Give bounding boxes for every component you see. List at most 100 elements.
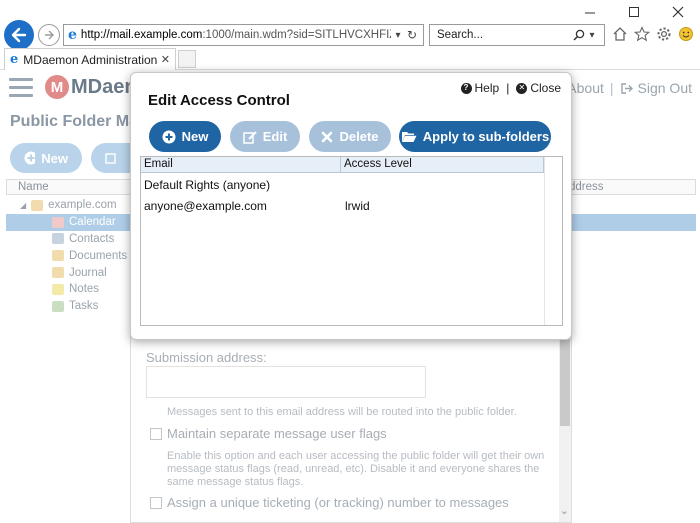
hamburger-menu-icon[interactable]: [9, 78, 33, 98]
settings-scroll-thumb[interactable]: [560, 336, 570, 426]
edit-icon: [105, 153, 116, 164]
folder-settings-panel: Submission address: Messages sent to thi…: [130, 335, 572, 523]
new-tab-button[interactable]: [178, 50, 196, 68]
search-box[interactable]: ▾: [429, 24, 605, 46]
search-input[interactable]: [435, 28, 573, 42]
access-level-cell: lrwid: [345, 199, 370, 213]
tree-item-label: Documents: [69, 249, 128, 262]
header-separator: |: [609, 80, 614, 96]
sign-out-icon: [620, 82, 633, 94]
close-icon[interactable]: [656, 0, 700, 24]
sign-out-label: Sign Out: [637, 80, 692, 96]
documents-folder-icon: [52, 250, 64, 262]
sign-out-link[interactable]: Sign Out: [620, 80, 692, 96]
edit-button-label: Edit: [262, 129, 288, 144]
home-icon[interactable]: [612, 25, 628, 43]
edit-button[interactable]: Edit: [230, 121, 300, 152]
address-url[interactable]: http://mail.example.com:1000/main.wdm?si…: [81, 29, 391, 41]
folder-icon: [31, 199, 44, 211]
favorites-star-icon[interactable]: [634, 25, 650, 43]
table-row[interactable]: anyone@example.com lrwid: [141, 196, 544, 216]
tree-item-label: Contacts: [69, 232, 115, 245]
access-control-table: Email Access Level Default Rights (anyon…: [140, 156, 563, 326]
email-cell: Default Rights (anyone): [144, 178, 271, 192]
table-row[interactable]: Default Rights (anyone): [141, 175, 544, 195]
maximize-icon[interactable]: [612, 0, 656, 24]
ticketing-checkbox[interactable]: [150, 497, 162, 509]
tree-item-label: Notes: [69, 283, 100, 296]
tree-item-label: Tasks: [69, 300, 99, 313]
user-flags-help-text: Enable this option and each user accessi…: [167, 450, 545, 488]
forward-button[interactable]: [38, 24, 60, 46]
dropdown-arrow-icon[interactable]: ▾: [391, 30, 405, 41]
submission-address-label: Submission address:: [146, 350, 267, 365]
settings-scrollbar[interactable]: ⌄: [559, 336, 571, 522]
smiley-feedback-icon[interactable]: [678, 25, 694, 43]
search-dropdown-arrow-icon[interactable]: ▾: [585, 30, 599, 41]
bg-edit-button[interactable]: [91, 143, 133, 173]
minimize-icon[interactable]: [568, 0, 612, 24]
browser-tab[interactable]: e MDaemon Administration ✕: [4, 48, 176, 70]
header-links: About | Sign Out: [567, 80, 692, 96]
ie-page-icon: e: [68, 27, 77, 43]
browser-toolbar: [612, 25, 694, 43]
plus-circle-icon: [24, 151, 36, 165]
bg-new-button[interactable]: New: [10, 143, 82, 173]
email-cell: anyone@example.com: [144, 199, 267, 213]
new-button-label: New: [181, 129, 209, 144]
help-label: Help: [474, 81, 500, 95]
contacts-icon: [52, 233, 64, 245]
ie-tab-icon: e: [10, 52, 19, 67]
dialog-link-separator: |: [506, 81, 510, 95]
open-folder-icon: [401, 130, 417, 143]
scroll-down-chevron-icon[interactable]: ⌄: [560, 504, 569, 517]
close-x-icon: ✕: [516, 82, 528, 94]
refresh-icon[interactable]: ↻: [405, 28, 419, 42]
address-column-header: ddress: [569, 181, 604, 193]
bg-new-label: New: [41, 150, 68, 166]
collapse-triangle-icon[interactable]: ◢: [20, 201, 26, 210]
edit-pencil-icon: [242, 130, 257, 144]
delete-button-label: Delete: [339, 129, 379, 144]
about-label: About: [567, 80, 604, 96]
table-scrollbar[interactable]: [544, 157, 562, 325]
notes-icon: [52, 283, 64, 295]
edit-access-control-dialog: ? Help | ✕ Close Edit Access Control New…: [130, 72, 572, 340]
plus-circle-icon: [162, 130, 176, 144]
settings-gear-icon[interactable]: [656, 25, 672, 43]
delete-x-icon: [321, 131, 333, 143]
tasks-checkmark-icon: [52, 300, 64, 312]
close-label: Close: [530, 81, 561, 95]
tree-domain-label: example.com: [48, 199, 117, 212]
logo-mark-icon: M: [45, 75, 69, 99]
about-link[interactable]: About: [567, 80, 604, 96]
name-column-header: Name: [18, 181, 49, 193]
email-column-header[interactable]: Email: [141, 157, 341, 172]
app-logo: M MDaem: [45, 75, 142, 99]
submission-address-input[interactable]: [146, 366, 426, 398]
window-controls: [568, 0, 700, 24]
search-icon[interactable]: [573, 29, 585, 41]
journal-icon: [52, 267, 64, 279]
close-link[interactable]: ✕ Close: [516, 81, 561, 95]
page-title: Public Folder Ma: [10, 113, 139, 130]
url-host: http://mail.example.com: [80, 29, 203, 41]
tree-item-label: Calendar: [69, 216, 116, 229]
help-question-icon: ?: [460, 82, 472, 94]
delete-button[interactable]: Delete: [309, 121, 391, 152]
back-button[interactable]: [4, 20, 34, 50]
new-button[interactable]: New: [149, 121, 221, 152]
user-flags-checkbox[interactable]: [150, 428, 162, 440]
apply-to-subfolders-button[interactable]: Apply to sub-folders: [399, 121, 551, 152]
calendar-icon: [52, 216, 64, 228]
tab-title: MDaemon Administration: [23, 52, 158, 67]
ticketing-label[interactable]: Assign a unique ticketing (or tracking) …: [167, 495, 509, 510]
table-header: Email Access Level: [141, 157, 544, 173]
forward-arrow-icon: [45, 30, 54, 40]
access-level-column-header[interactable]: Access Level: [341, 157, 544, 172]
address-bar[interactable]: e http://mail.example.com:1000/main.wdm?…: [63, 24, 424, 46]
browser-chrome: e http://mail.example.com:1000/main.wdm?…: [0, 0, 700, 70]
help-link[interactable]: ? Help: [460, 81, 500, 95]
tab-close-icon[interactable]: ✕: [161, 53, 170, 66]
user-flags-label[interactable]: Maintain separate message user flags: [167, 426, 387, 441]
